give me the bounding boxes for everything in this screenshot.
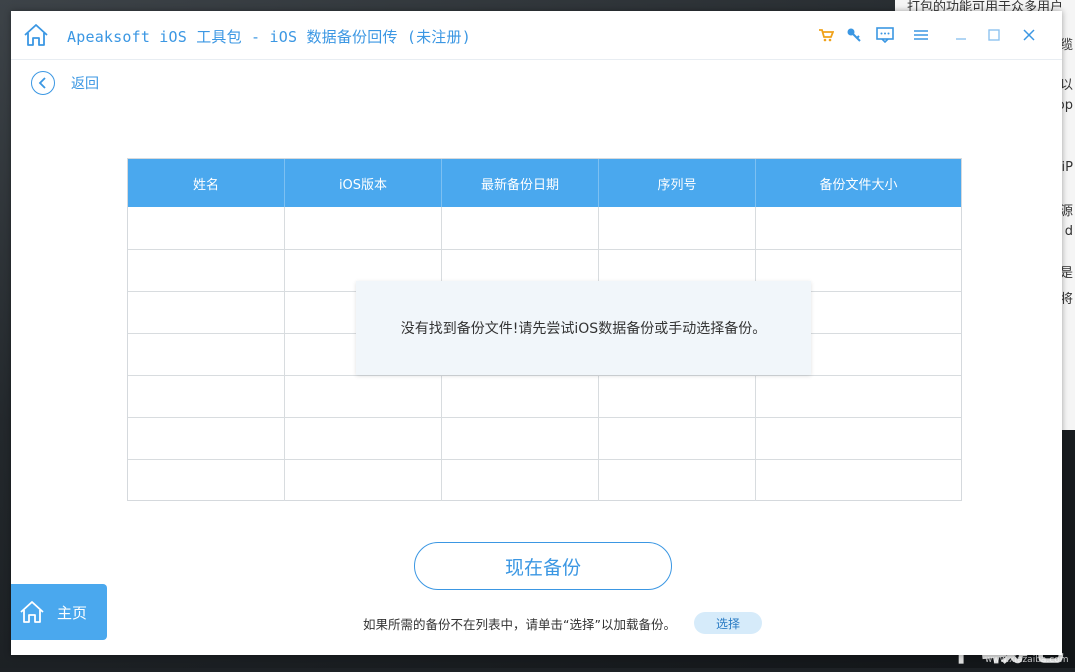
table-header: 姓名 iOS版本 最新备份日期 序列号 备份文件大小	[128, 159, 961, 207]
app-window: Apeaksoft iOS 工具包 - iOS 数据备份回传 (未注册) 返回	[11, 11, 1062, 655]
background-doc-char: iP	[1061, 160, 1073, 175]
cart-icon[interactable]	[816, 25, 836, 45]
home-icon	[20, 601, 44, 623]
table-row	[128, 207, 961, 249]
title-bar: Apeaksoft iOS 工具包 - iOS 数据备份回传 (未注册)	[11, 11, 1062, 60]
feedback-icon[interactable]	[875, 25, 895, 45]
back-button[interactable]: 返回	[31, 69, 99, 97]
minimize-icon[interactable]	[951, 25, 971, 45]
select-hint-row: 如果所需的备份不在列表中，请单击“选择”以加载备份。 选择	[363, 611, 762, 635]
column-header-name[interactable]: 姓名	[128, 159, 285, 207]
column-header-serial-number[interactable]: 序列号	[599, 159, 756, 207]
table-row	[128, 375, 961, 417]
select-backup-button[interactable]: 选择	[693, 612, 762, 634]
table-row	[128, 459, 961, 501]
home-label[interactable]: 主页	[57, 602, 87, 623]
empty-state-text: 没有找到备份文件!请先尝试iOS数据备份或手动选择备份。	[400, 321, 767, 337]
back-label[interactable]: 返回	[71, 73, 99, 93]
table-row	[128, 417, 961, 459]
watermark-url: www.xiazaiba.com	[985, 655, 1069, 665]
home-icon[interactable]	[23, 23, 49, 47]
column-header-backup-size[interactable]: 备份文件大小	[756, 159, 961, 207]
column-header-latest-backup-date[interactable]: 最新备份日期	[442, 159, 599, 207]
home-button[interactable]: 主页	[11, 584, 107, 640]
menu-icon[interactable]	[911, 25, 931, 45]
close-icon[interactable]	[1019, 25, 1039, 45]
chevron-left-icon[interactable]	[31, 71, 55, 95]
column-header-ios-version[interactable]: iOS版本	[285, 159, 442, 207]
select-hint-text: 如果所需的备份不在列表中，请单击“选择”以加载备份。	[363, 616, 676, 632]
empty-state-message: 没有找到备份文件!请先尝试iOS数据备份或手动选择备份。	[356, 281, 811, 375]
background-doc-char: d	[1064, 224, 1073, 239]
key-icon[interactable]	[844, 25, 864, 45]
maximize-icon[interactable]	[984, 25, 1004, 45]
backup-now-button[interactable]: 现在备份	[414, 542, 672, 590]
window-title: Apeaksoft iOS 工具包 - iOS 数据备份回传 (未注册)	[67, 28, 471, 46]
